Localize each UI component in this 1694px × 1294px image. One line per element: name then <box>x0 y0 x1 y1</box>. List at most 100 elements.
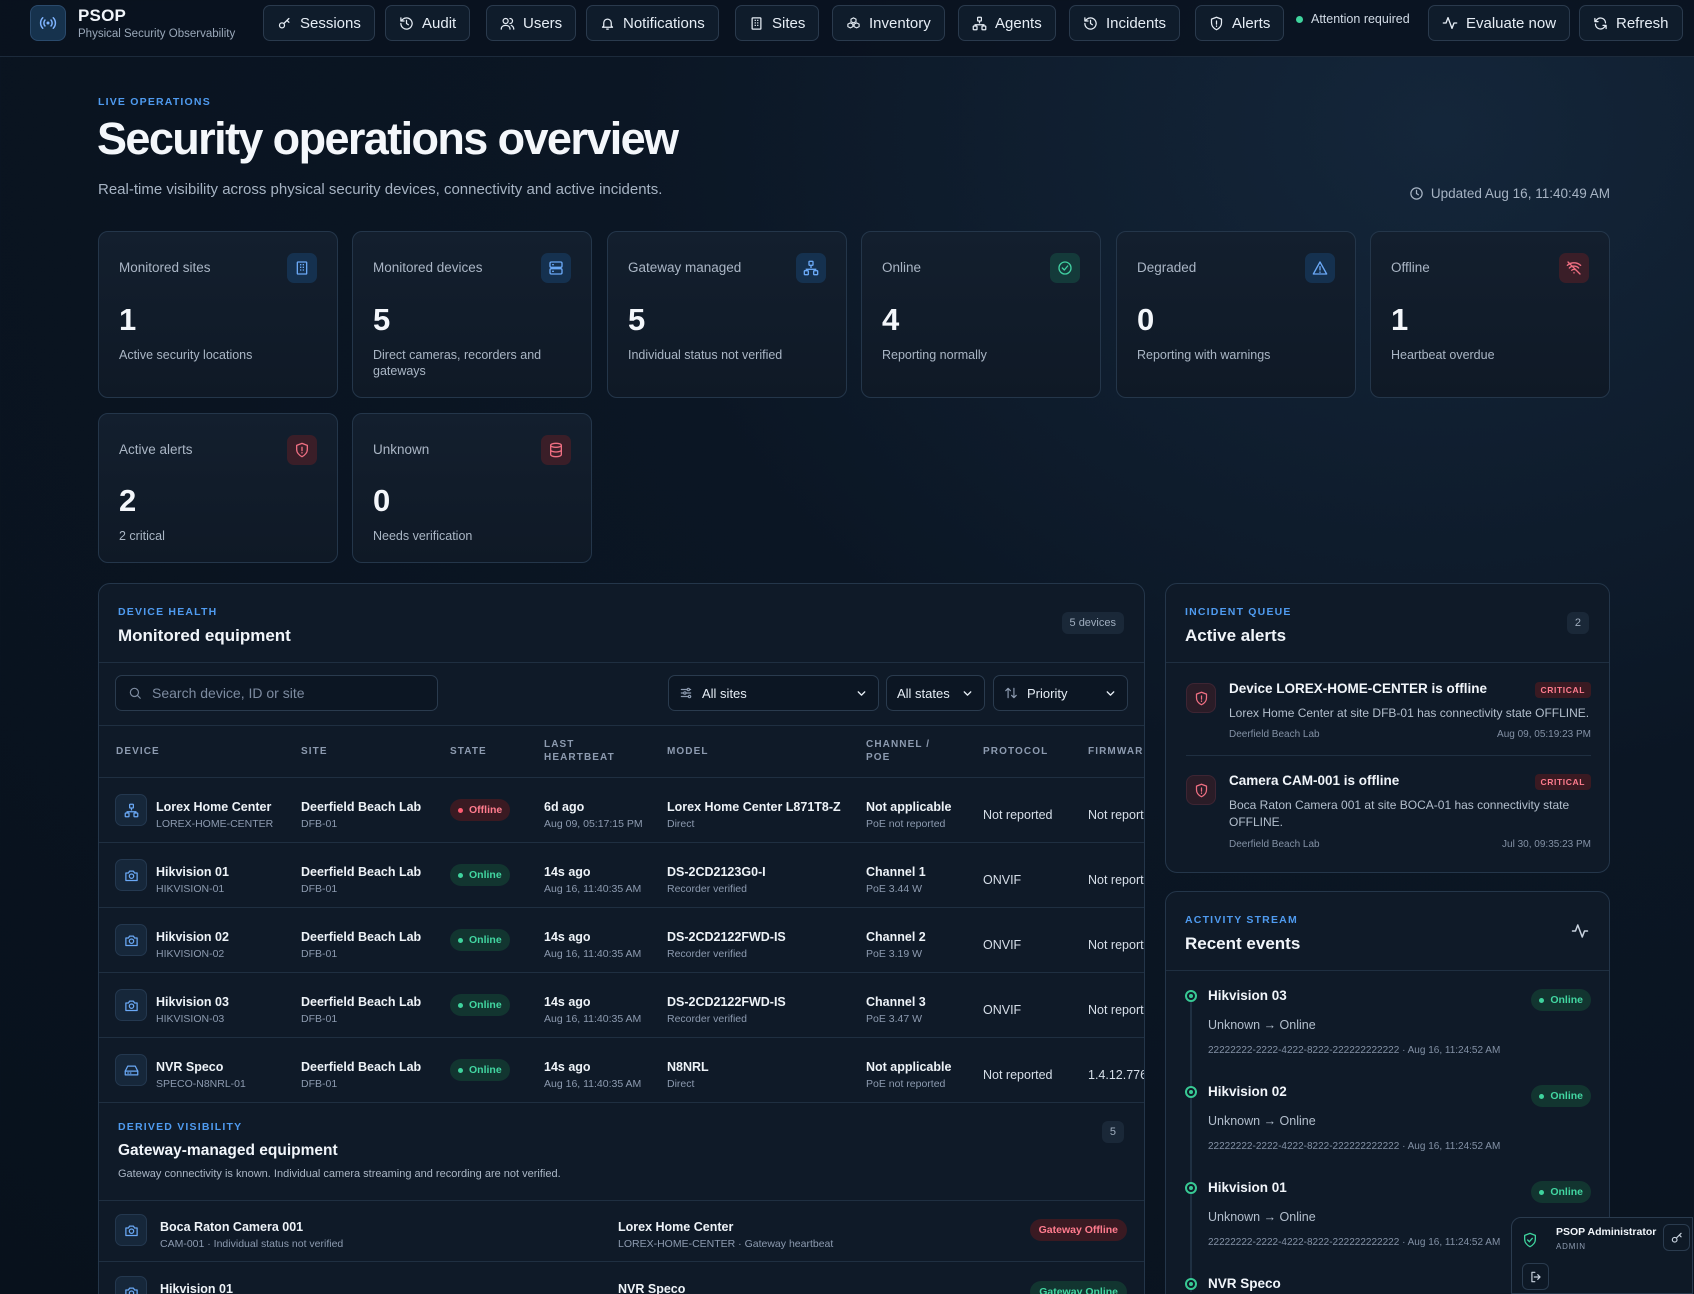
key-icon <box>277 16 292 31</box>
stat-card-active-alerts[interactable]: Active alerts 2 2 critical <box>98 413 338 563</box>
nav-sessions[interactable]: Sessions <box>263 5 375 41</box>
sort-select[interactable]: Priority <box>993 675 1128 711</box>
clock-icon <box>1409 186 1424 201</box>
camera-icon <box>115 924 147 956</box>
key-icon[interactable] <box>1663 1224 1690 1251</box>
derived-section-header: DERIVED VISIBILITY Gateway-managed equip… <box>118 1121 561 1180</box>
column-header-channel-poe[interactable]: CHANNEL / POE <box>866 738 946 764</box>
event-title[interactable]: Hikvision 03 <box>1208 988 1287 1003</box>
event-status-icon <box>1185 1086 1197 1098</box>
nav-incidents[interactable]: Incidents <box>1069 5 1181 41</box>
panel-eyebrow: DEVICE HEALTH <box>118 606 218 618</box>
server-icon <box>541 253 571 283</box>
last-updated: Updated Aug 16, 11:40:49 AM <box>1409 186 1610 201</box>
severity-badge: CRITICAL <box>1534 774 1591 790</box>
camera-icon <box>115 859 147 891</box>
stat-card-degraded[interactable]: Degraded 0 Reporting with warnings <box>1116 231 1356 398</box>
status-badge: Online <box>450 994 510 1016</box>
nav-alerts[interactable]: Alerts <box>1195 5 1285 41</box>
shield-alert-icon <box>1186 683 1216 713</box>
wifi-off-icon <box>1559 253 1589 283</box>
nav-audit[interactable]: Audit <box>385 5 471 41</box>
table-row[interactable]: Hikvision 01 HIKVISION-01 Deerfield Beac… <box>99 842 1144 907</box>
event-title[interactable]: Hikvision 02 <box>1208 1084 1287 1099</box>
network-icon <box>972 16 987 31</box>
stat-card-unknown[interactable]: Unknown 0 Needs verification <box>352 413 592 563</box>
stat-card-monitored-devices[interactable]: Monitored devices 5 Direct cameras, reco… <box>352 231 592 398</box>
incident-item[interactable]: Camera CAM-001 is offline CRITICAL Boca … <box>1166 756 1609 866</box>
user-menu[interactable]: PSOP Administrator ADMIN <box>1511 1217 1693 1294</box>
derived-count-badge: 5 <box>1101 1121 1124 1143</box>
stat-card-monitored-sites[interactable]: Monitored sites 1 Active security locati… <box>98 231 338 398</box>
user-name: PSOP Administrator <box>1556 1226 1657 1238</box>
search-icon <box>128 686 142 700</box>
column-header-last-heartbeat[interactable]: LAST HEARTBEAT <box>544 738 624 764</box>
system-status: Attention required <box>1296 12 1410 26</box>
page-subtitle: Real-time visibility across physical sec… <box>98 181 663 198</box>
stat-card-offline[interactable]: Offline 1 Heartbeat overdue <box>1370 231 1610 398</box>
state-filter-select[interactable]: All states <box>886 675 985 711</box>
stat-card-gateway-managed[interactable]: Gateway managed 5 Individual status not … <box>607 231 847 398</box>
hard-drive-icon <box>115 1054 147 1086</box>
page-title: Security operations overview <box>97 113 679 164</box>
camera-icon <box>115 1276 147 1294</box>
column-header-site[interactable]: SITE <box>301 745 328 758</box>
incident-item[interactable]: Device LOREX-HOME-CENTER is offline CRIT… <box>1166 663 1609 755</box>
panel-title: Recent events <box>1185 934 1301 953</box>
column-header-firmware[interactable]: FIRMWARE <box>1088 745 1144 758</box>
brand-subtitle: Physical Security Observability <box>78 28 236 40</box>
event-title[interactable]: NVR Speco <box>1208 1276 1281 1291</box>
stat-card-online[interactable]: Online 4 Reporting normally <box>861 231 1101 398</box>
panel-title: Monitored equipment <box>118 626 291 645</box>
logout-icon[interactable] <box>1522 1263 1549 1290</box>
gateway-row[interactable]: Hikvision 01 NVR Speco Gateway Online <box>99 1261 1144 1294</box>
column-header-model[interactable]: MODEL <box>667 745 709 758</box>
sliders-icon <box>679 686 693 700</box>
nav-inventory[interactable]: Inventory <box>832 5 945 41</box>
column-header-protocol[interactable]: PROTOCOL <box>983 745 1048 758</box>
device-count-badge: 5 devices <box>1061 612 1124 634</box>
table-row[interactable]: NVR Speco SPECO-N8NRL-01 Deerfield Beach… <box>99 1037 1144 1102</box>
nav-agents[interactable]: Agents <box>958 5 1056 41</box>
building-icon <box>287 253 317 283</box>
shield-check-icon <box>1522 1232 1538 1248</box>
gateway-status-badge: Gateway Offline <box>1029 1219 1127 1241</box>
history-icon <box>399 16 414 31</box>
status-badge: Online <box>450 1059 510 1081</box>
evaluate-now-button[interactable]: Evaluate now <box>1428 5 1571 41</box>
alert-count-badge: 2 <box>1566 612 1589 634</box>
camera-icon <box>115 1214 147 1246</box>
column-header-device[interactable]: DEVICE <box>116 745 160 758</box>
event-title[interactable]: Hikvision 01 <box>1208 1180 1287 1195</box>
shield-alert-icon <box>1209 16 1224 31</box>
column-header-state[interactable]: STATE <box>450 745 487 758</box>
building-icon <box>749 16 764 31</box>
table-row[interactable]: Hikvision 03 HIKVISION-03 Deerfield Beac… <box>99 972 1144 1037</box>
event-status-icon <box>1185 1278 1197 1290</box>
broadcast-icon <box>30 5 66 41</box>
severity-badge: CRITICAL <box>1534 682 1591 698</box>
brand[interactable]: PSOP Physical Security Observability <box>30 5 235 41</box>
shield-alert-icon <box>1186 775 1216 805</box>
nav-sites[interactable]: Sites <box>735 5 820 41</box>
bell-icon <box>600 16 615 31</box>
table-row[interactable]: Hikvision 02 HIKVISION-02 Deerfield Beac… <box>99 907 1144 972</box>
nav-notifications[interactable]: Notifications <box>586 5 719 41</box>
boxes-icon <box>846 16 861 31</box>
site-filter-select[interactable]: All sites <box>668 675 879 711</box>
refresh-button[interactable]: Refresh <box>1579 5 1683 41</box>
search-input[interactable]: Search device, ID or site <box>115 675 438 711</box>
gateway-row[interactable]: Boca Raton Camera 001 CAM-001 · Individu… <box>99 1200 1144 1261</box>
status-badge: Offline <box>450 799 511 821</box>
check-circle-icon <box>1050 253 1080 283</box>
warning-icon <box>1305 253 1335 283</box>
nav-users[interactable]: Users <box>486 5 577 41</box>
status-badge: Online <box>450 864 510 886</box>
gateway-status-badge: Gateway Online <box>1030 1281 1127 1294</box>
users-icon <box>500 16 515 31</box>
event-status-icon <box>1185 990 1197 1002</box>
table-row[interactable]: Lorex Home Center LOREX-HOME-CENTER Deer… <box>99 777 1144 842</box>
status-badge: Online <box>1531 1085 1591 1107</box>
event-status-icon <box>1185 1182 1197 1194</box>
active-alerts-panel: INCIDENT QUEUE Active alerts 2 Device LO… <box>1165 583 1610 873</box>
